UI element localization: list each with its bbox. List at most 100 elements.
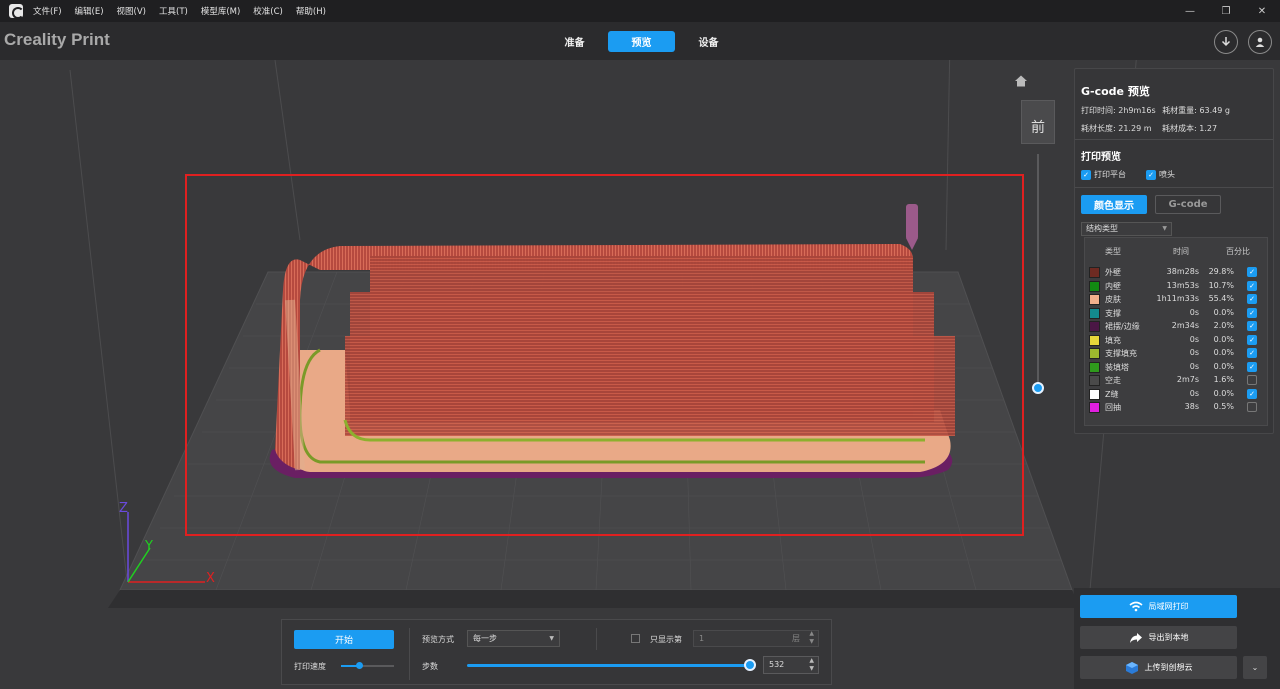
show-nozzle-checkbox[interactable]: ✓ 喷头	[1146, 169, 1175, 180]
feature-name: 空走	[1105, 376, 1121, 385]
gcode-preview-panel: G-code 预览 打印时间: 2h9m16s 耗材重量: 63.49 g 耗材…	[1074, 68, 1274, 434]
steps-input[interactable]: 532 ▲ ▼	[763, 656, 819, 674]
col-header-time: 时间	[1173, 247, 1189, 256]
visibility-checkbox[interactable]: ✓	[1247, 280, 1257, 291]
divider	[596, 628, 597, 650]
print-speed-label: 打印速度	[294, 662, 326, 671]
only-show-layer-checkbox[interactable]	[631, 634, 640, 643]
menu-tools[interactable]: 工具(T)	[159, 5, 188, 17]
visibility-checkbox[interactable]	[1247, 402, 1257, 412]
menu-view[interactable]: 视图(V)	[117, 5, 146, 17]
nozzle-tip	[906, 238, 918, 250]
layer-slider-handle[interactable]	[1032, 382, 1044, 394]
feature-name: 皮肤	[1105, 295, 1121, 304]
table-row: Z缝 0s 0.0% ✓	[1085, 388, 1269, 402]
filament-cost-value: 1.27	[1199, 124, 1218, 133]
close-icon[interactable]: ✕	[1244, 0, 1280, 22]
nozzle-icon	[906, 204, 918, 240]
visibility-checkbox[interactable]: ✓	[1247, 388, 1257, 399]
view-cube[interactable]: 前	[1021, 100, 1055, 144]
feature-time: 0s	[1189, 334, 1199, 344]
print-stats-row-1: 打印时间: 2h9m16s 耗材重量: 63.49 g	[1081, 105, 1230, 116]
more-options-button[interactable]: ⌄	[1243, 656, 1267, 679]
export-local-button[interactable]: 导出到本地	[1080, 626, 1237, 649]
minimize-icon[interactable]: —	[1172, 0, 1208, 22]
filament-length-value: 21.29 m	[1118, 124, 1152, 133]
feature-name: 支撑填充	[1105, 349, 1137, 358]
col-header-type: 类型	[1105, 247, 1121, 256]
preview-mode-select[interactable]: 每一步 ▼	[467, 630, 560, 647]
feature-percent: 29.8%	[1208, 267, 1234, 276]
stepper-arrows-icon[interactable]: ▲ ▼	[809, 657, 814, 673]
table-row: 填充 0s 0.0% ✓	[1085, 334, 1269, 348]
print-preview-title: 打印预览	[1081, 152, 1121, 163]
download-button[interactable]	[1214, 30, 1238, 54]
col-header-percent: 百分比	[1226, 247, 1250, 256]
color-swatch	[1089, 402, 1100, 413]
layer-number-input[interactable]: 1 层 ▲ ▼	[693, 630, 819, 647]
tab-prepare[interactable]: 准备	[541, 31, 608, 52]
feature-percent: 0.0%	[1213, 388, 1234, 398]
show-plate-checkbox[interactable]: ✓ 打印平台	[1081, 169, 1126, 180]
speed-slider-track[interactable]	[341, 662, 394, 669]
color-swatch	[1089, 334, 1100, 346]
tab-preview[interactable]: 预览	[608, 31, 675, 52]
divider	[1075, 187, 1273, 188]
start-button[interactable]: 开始	[294, 630, 394, 649]
window-controls: — ❐ ✕	[1172, 0, 1280, 22]
structure-type-select[interactable]: 结构类型 ▼	[1081, 222, 1172, 236]
stepper-arrows-icon[interactable]: ▲ ▼	[809, 630, 814, 646]
table-row: 支撑填充 0s 0.0% ✓	[1085, 347, 1269, 361]
chevron-down-icon: ▼	[1162, 225, 1167, 232]
steps-slider-track[interactable]	[467, 664, 751, 667]
steps-value: 532	[769, 660, 785, 669]
tab-device[interactable]: 设备	[675, 31, 742, 52]
color-display-mode-button[interactable]: 颜色显示	[1081, 195, 1147, 214]
visibility-checkbox[interactable]: ✓	[1247, 294, 1257, 304]
visibility-checkbox[interactable]: ✓	[1247, 348, 1257, 358]
speed-slider-handle[interactable]	[356, 662, 363, 669]
menu-calibration[interactable]: 校准(C)	[253, 5, 283, 17]
restore-icon[interactable]: ❐	[1208, 0, 1244, 22]
print-time-label: 打印时间:	[1081, 106, 1116, 115]
y-axis-label: Y	[144, 539, 153, 554]
feature-percent: 10.7%	[1208, 280, 1234, 290]
color-swatch	[1089, 307, 1100, 319]
visibility-checkbox[interactable]: ✓	[1247, 361, 1257, 372]
header: Creality Print 准备 预览 设备	[0, 22, 1280, 60]
cloud-cube-icon	[1125, 661, 1138, 674]
steps-slider-handle[interactable]	[744, 659, 756, 671]
table-row: 内壁 13m53s 10.7% ✓	[1085, 280, 1269, 294]
feature-time: 13m53s	[1166, 280, 1199, 290]
user-icon	[1255, 37, 1265, 47]
feature-name: 支撑	[1105, 308, 1121, 318]
title-bar: 文件(F) 编辑(E) 视图(V) 工具(T) 模型库(M) 校准(C) 帮助(…	[0, 0, 1280, 22]
menu-model-library[interactable]: 模型库(M)	[201, 5, 240, 17]
visibility-checkbox[interactable]: ✓	[1247, 321, 1257, 331]
lan-print-button[interactable]: 局域网打印	[1080, 595, 1237, 618]
feature-percent: 0.5%	[1213, 402, 1234, 411]
x-axis-label: X	[206, 571, 215, 586]
only-show-layer-label: 只显示第	[650, 635, 682, 644]
visibility-checkbox[interactable]: ✓	[1247, 334, 1257, 345]
user-account-button[interactable]	[1248, 30, 1272, 54]
color-swatch	[1089, 361, 1100, 373]
z-axis-label: Z	[119, 501, 128, 516]
color-swatch	[1089, 280, 1100, 292]
export-actions-panel: 局域网打印 导出到本地 上传到创想云 ⌄	[1074, 588, 1280, 689]
show-nozzle-label: 喷头	[1159, 170, 1175, 179]
menu-file[interactable]: 文件(F)	[33, 5, 62, 17]
filament-weight-label: 耗材重量:	[1162, 106, 1197, 115]
gcode-mode-button[interactable]: G-code	[1155, 195, 1221, 214]
visibility-checkbox[interactable]: ✓	[1247, 267, 1257, 277]
visibility-checkbox[interactable]: ✓	[1247, 307, 1257, 318]
view-cube-front-label: 前	[1031, 120, 1045, 136]
feature-time: 0s	[1189, 388, 1199, 398]
filament-weight-value: 63.49 g	[1199, 106, 1230, 115]
home-view-icon[interactable]	[1014, 74, 1028, 88]
layer-slider-track[interactable]	[1037, 154, 1039, 390]
menu-help[interactable]: 帮助(H)	[296, 5, 326, 17]
menu-edit[interactable]: 编辑(E)	[75, 5, 104, 17]
upload-cloud-button[interactable]: 上传到创想云	[1080, 656, 1237, 679]
visibility-checkbox[interactable]	[1247, 375, 1257, 385]
